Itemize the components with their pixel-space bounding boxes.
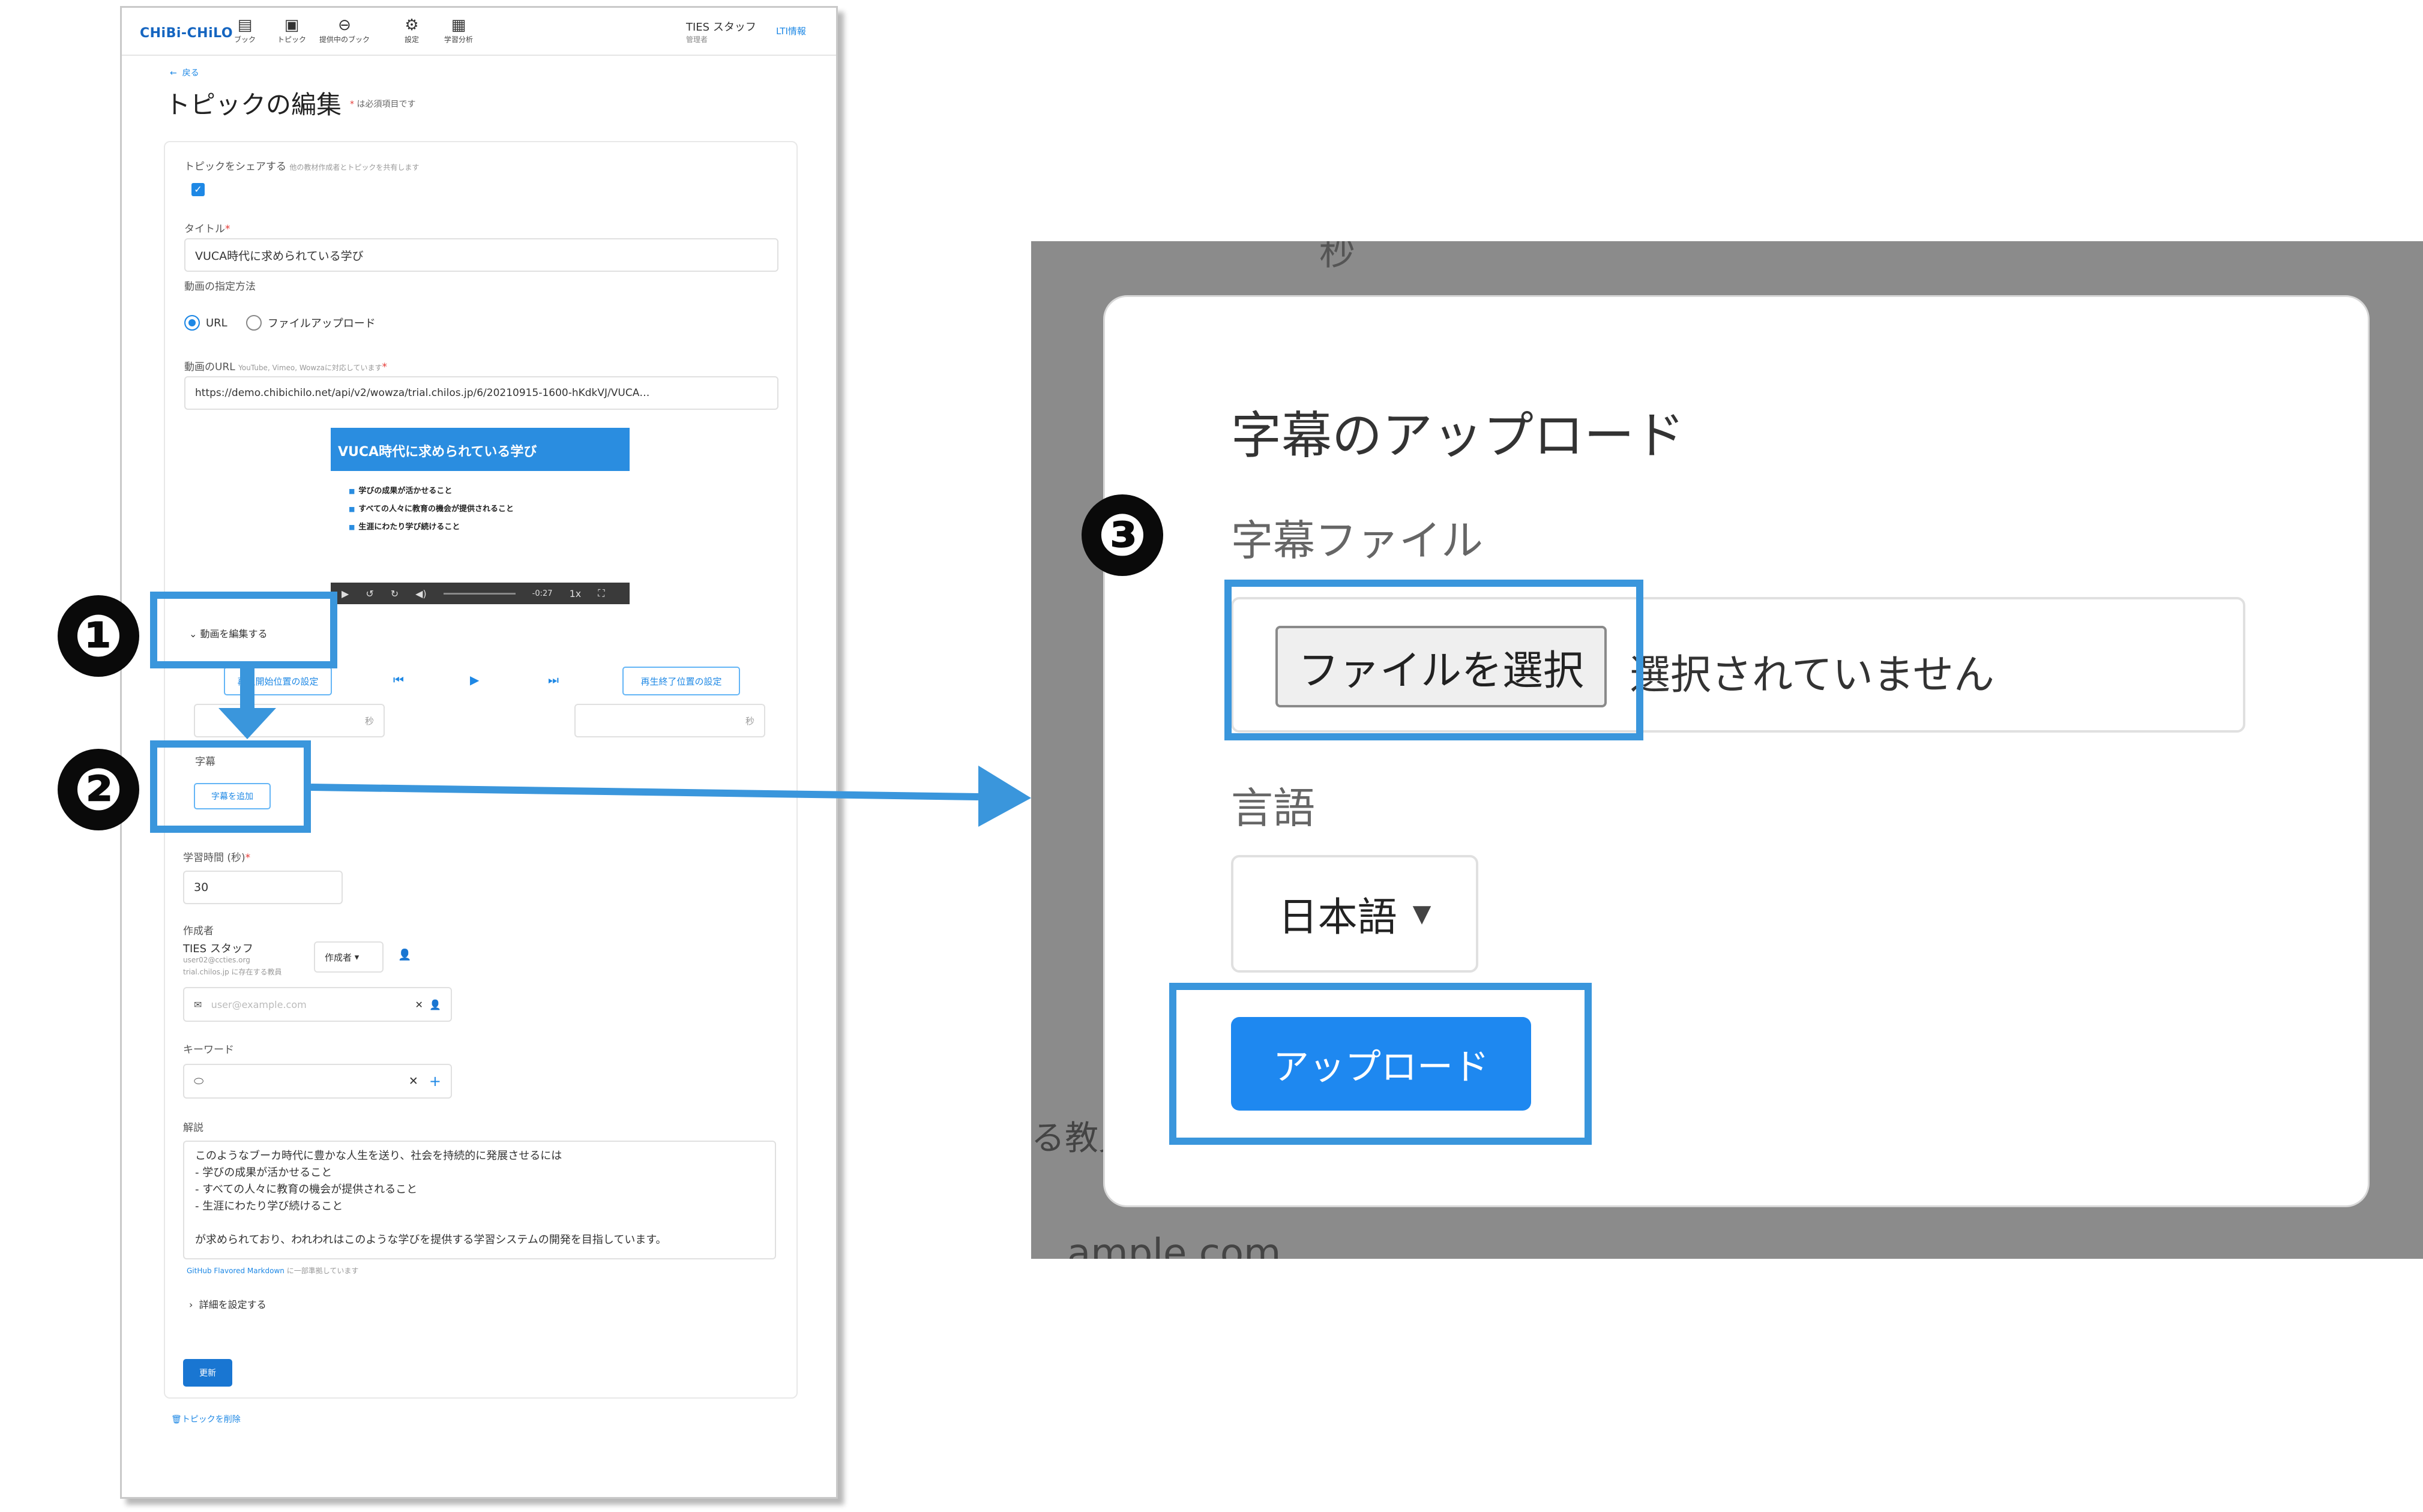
nav-books[interactable]: ▤ ブック bbox=[218, 16, 272, 44]
forward-icon[interactable]: ↻ bbox=[391, 588, 399, 599]
update-button[interactable]: 更新 bbox=[183, 1359, 232, 1387]
skip-start-icon[interactable]: ⏮ bbox=[393, 673, 404, 687]
down-arrow-head bbox=[218, 708, 276, 739]
rewind-icon[interactable]: ↺ bbox=[366, 588, 373, 599]
video-bullet: すべての人々に教育の機会が提供されること bbox=[349, 502, 514, 514]
share-label: トピックをシェアする 他の教材作成者とトピックを共有します bbox=[184, 161, 420, 173]
author-label: 作成者 bbox=[183, 925, 214, 937]
speed-selector[interactable]: 1x bbox=[570, 588, 582, 599]
step-3-badge: ❸ bbox=[1082, 494, 1163, 576]
video-time: -0:27 bbox=[532, 589, 553, 598]
no-file-text: 選択されていません bbox=[1630, 652, 1994, 699]
highlight-choose-file bbox=[1224, 580, 1643, 740]
share-checkbox[interactable]: ✓ bbox=[191, 183, 205, 196]
right-arrow-head bbox=[978, 766, 1031, 827]
play-icon[interactable]: ▶ bbox=[470, 673, 479, 687]
trash-icon: 🗑 bbox=[171, 1415, 182, 1424]
top-nav-bar: CHiBi-CHiLO ▤ ブック ▣ トピック ⊖ 提供中のブック ⚙ 設定 … bbox=[122, 8, 836, 56]
back-link[interactable]: ← 戻る bbox=[170, 67, 199, 79]
fullscreen-icon[interactable]: ⛶ bbox=[598, 587, 604, 599]
video-url-label: 動画のURL YouTube, Vimeo, Wowzaに対応しています* bbox=[184, 361, 388, 373]
study-time-input[interactable]: 30 bbox=[183, 871, 343, 904]
chevron-right-icon: › bbox=[189, 1299, 199, 1310]
background-fragment: 秒 bbox=[1319, 241, 1355, 274]
author-email: user02@ccties.org bbox=[183, 956, 250, 964]
add-user-icon[interactable]: 👤 bbox=[429, 999, 441, 1010]
nav-provided-books[interactable]: ⊖ 提供中のブック bbox=[312, 16, 378, 44]
author-note: trial.chilos.jp に存在する教員 bbox=[183, 968, 282, 976]
highlight-upload-button bbox=[1169, 983, 1592, 1145]
title-label: タイトル* bbox=[184, 223, 230, 235]
caret-down-icon: ▼ bbox=[1412, 900, 1431, 928]
markdown-link[interactable]: GitHub Flavored Markdown bbox=[187, 1267, 284, 1275]
description-textarea[interactable]: このようなブーカ時代に豊かな人生を送り、社会を持続的に発展させるには - 学びの… bbox=[183, 1141, 776, 1259]
lti-info-link[interactable]: LTI情報 bbox=[776, 25, 806, 37]
advanced-settings-toggle[interactable]: › 詳細を設定する bbox=[189, 1297, 266, 1311]
nav-settings[interactable]: ⚙ 設定 bbox=[385, 16, 439, 44]
video-control-bar: ▶ ↺ ↻ ◀) -0:27 1x ⛶ bbox=[331, 583, 630, 604]
markdown-note: GitHub Flavored Markdown に一部準拠しています bbox=[187, 1267, 359, 1275]
subtitle-file-label: 字幕ファイル bbox=[1231, 516, 1483, 565]
step-2-badge: ❷ bbox=[58, 749, 139, 830]
remove-user-icon[interactable]: 👤 bbox=[398, 949, 411, 961]
topic-icon: ▣ bbox=[284, 16, 299, 34]
keyword-input[interactable]: ⬭ ✕ + bbox=[183, 1064, 452, 1099]
analytics-icon: ▦ bbox=[451, 16, 466, 34]
language-label: 言語 bbox=[1231, 784, 1315, 833]
mail-icon: ✉ bbox=[194, 998, 211, 1010]
link-icon: ⊖ bbox=[338, 16, 351, 34]
add-keyword-icon[interactable]: + bbox=[429, 1073, 441, 1090]
arrow-left-icon: ← bbox=[170, 68, 182, 78]
author-role-select[interactable]: 作成者 ▾ bbox=[314, 941, 384, 973]
gear-icon: ⚙ bbox=[405, 16, 419, 34]
video-bullet: 生涯にわたり学び続けること bbox=[349, 520, 460, 532]
seek-bar[interactable] bbox=[443, 592, 516, 595]
play-icon[interactable]: ▶ bbox=[342, 588, 349, 599]
description-label: 解説 bbox=[183, 1122, 203, 1134]
end-position-button[interactable]: 再生終了位置の設定 bbox=[622, 667, 740, 695]
radio-url[interactable] bbox=[184, 315, 200, 331]
skip-end-icon[interactable]: ⏭ bbox=[548, 673, 559, 687]
highlight-add-subtitle bbox=[150, 740, 311, 833]
video-preview[interactable]: VUCA時代に求められている学び 学びの成果が活かせること すべての人々に教育の… bbox=[331, 428, 630, 604]
caret-down-icon: ▾ bbox=[352, 952, 360, 962]
video-method-label: 動画の指定方法 bbox=[184, 281, 256, 293]
clear-icon[interactable]: ✕ bbox=[409, 1075, 429, 1088]
right-arrow bbox=[310, 766, 1031, 827]
video-url-input[interactable]: https://demo.chibichilo.net/api/v2/wowza… bbox=[184, 376, 778, 410]
language-select[interactable]: 日本語 ▼ bbox=[1231, 855, 1478, 973]
user-name[interactable]: TIES スタッフ bbox=[686, 19, 756, 34]
delete-topic-link[interactable]: 🗑トピックを削除 bbox=[171, 1413, 241, 1425]
required-note: * は必須項目です bbox=[350, 100, 416, 109]
dialog-title: 字幕のアップロード bbox=[1231, 406, 1685, 465]
video-method-radios: URL ファイルアップロード bbox=[184, 315, 391, 331]
book-icon: ▤ bbox=[237, 16, 253, 34]
author-name: TIES スタッフ bbox=[183, 943, 253, 955]
study-time-label: 学習時間 (秒)* bbox=[183, 852, 251, 864]
highlight-edit-video bbox=[150, 592, 337, 668]
clear-icon[interactable]: ✕ bbox=[415, 999, 430, 1010]
video-heading: VUCA時代に求められている学び bbox=[331, 428, 630, 471]
user-role: 管理者 bbox=[686, 35, 708, 44]
down-arrow-shaft bbox=[240, 668, 254, 708]
nav-analytics[interactable]: ▦ 学習分析 bbox=[432, 16, 486, 44]
background-fragment: ample.com bbox=[1067, 1231, 1281, 1259]
author-email-input[interactable]: ✉ user@example.com ✕ 👤 bbox=[183, 987, 452, 1022]
radio-file-upload[interactable] bbox=[245, 315, 262, 331]
tag-icon: ⬭ bbox=[194, 1075, 204, 1088]
title-input[interactable]: VUCA時代に求められている学び bbox=[184, 238, 778, 272]
volume-icon[interactable]: ◀) bbox=[415, 588, 427, 599]
keyword-label: キーワード bbox=[183, 1044, 234, 1056]
end-seconds-input[interactable]: 秒 bbox=[574, 704, 765, 737]
step-1-badge: ❶ bbox=[58, 595, 139, 677]
right-arrow-shaft bbox=[310, 784, 979, 800]
video-bullet: 学びの成果が活かせること bbox=[349, 484, 452, 496]
nav-topics[interactable]: ▣ トピック bbox=[265, 16, 319, 44]
page-title: トピックの編集 bbox=[165, 90, 342, 119]
